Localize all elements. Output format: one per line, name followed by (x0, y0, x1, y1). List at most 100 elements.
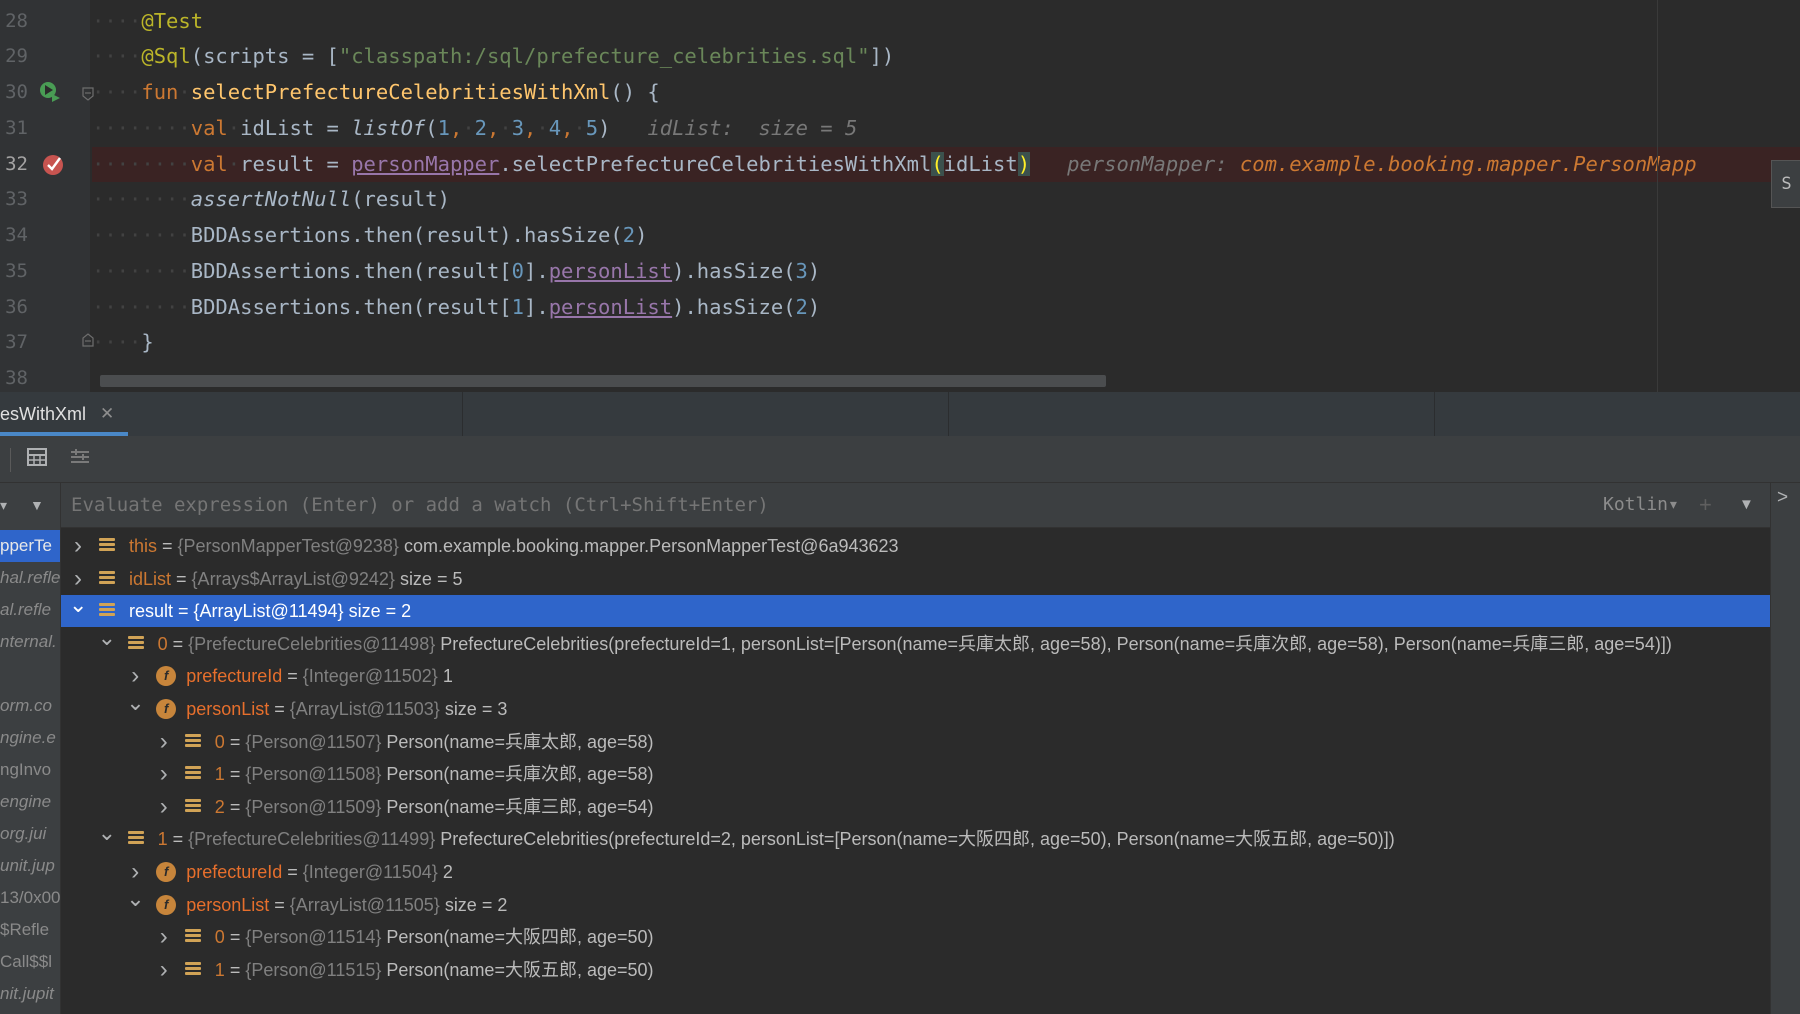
variables-panel[interactable]: Kotlin▾ + ▼ › this = {PersonMapperTest@92… (61, 483, 1770, 1014)
variable-row[interactable]: ⌄ f personList = {ArrayList@11503} size = … (61, 690, 1770, 725)
code-line-29[interactable]: ····@Sql(scripts = ["classpath:/sql/pref… (92, 39, 1800, 74)
chevron-right-icon[interactable]: › (155, 758, 173, 790)
frame-item[interactable]: hal.refle (0, 562, 60, 594)
code-line-34[interactable]: ········BDDAssertions.then(result).hasSi… (92, 218, 1800, 253)
tab-divider (1434, 392, 1435, 436)
equals-sign: = (167, 829, 189, 850)
frame-item[interactable] (0, 658, 60, 690)
variable-row[interactable]: › 0 = {Person@11507} Person(name=兵庫太郎, ag… (61, 726, 1770, 758)
language-selector[interactable]: Kotlin▾ (1603, 483, 1679, 527)
variable-row[interactable]: ⌄ 1 = {PrefectureCelebrities@11499} Prefe… (61, 820, 1770, 855)
table-view-icon[interactable] (24, 446, 50, 472)
code-line-33[interactable]: ········assertNotNull(result) (92, 182, 1800, 217)
chevron-right-icon[interactable]: › (155, 921, 173, 953)
debug-tab-bar: esWithXml ✕ (0, 392, 1800, 436)
code-editor[interactable]: 28 29 30 31 32 33 34 35 36 37 38 ····@Te… (0, 0, 1800, 392)
chevron-right-icon[interactable]: › (69, 530, 87, 562)
frames-header[interactable]: ▾ ▼ (0, 483, 60, 527)
frame-item[interactable]: 13/0x00 (0, 882, 60, 914)
code-line-28[interactable]: ····@Test (92, 4, 1800, 39)
variable-row[interactable]: › f prefectureId = {Integer@11502} 1 (61, 660, 1770, 692)
line-number: 35 (5, 260, 28, 282)
variable-row[interactable]: ⌄ f personList = {ArrayList@11505} size = … (61, 886, 1770, 921)
code-line-32-breakpoint[interactable]: ········val·result = personMapper.select… (92, 147, 1800, 182)
line-number: 28 (5, 10, 28, 32)
variable-row[interactable]: ⌄ 0 = {PrefectureCelebrities@11498} Prefe… (61, 625, 1770, 660)
equals-sign: = (224, 764, 246, 785)
horizontal-scrollbar[interactable] (100, 375, 1106, 387)
variable-text: 1 = {PrefectureCelebrities@11499} Prefec… (158, 823, 1395, 855)
add-watch-icon[interactable]: + (1699, 483, 1712, 527)
run-test-icon[interactable] (38, 80, 62, 104)
chevron-down-icon[interactable]: ⌄ (126, 883, 144, 915)
chevron-down-icon[interactable]: ⌄ (98, 817, 116, 849)
frame-item[interactable]: ngInvo (0, 754, 60, 786)
frame-item[interactable]: unit.jup (0, 850, 60, 882)
chevron-right-icon[interactable]: › (155, 726, 173, 758)
frame-item[interactable]: Call$$l (0, 946, 60, 978)
chevron-right-icon[interactable]: > (1777, 487, 1788, 509)
frame-item[interactable]: nternal. (0, 626, 60, 658)
variable-icon (184, 733, 201, 750)
equals-sign: = (167, 633, 189, 654)
variable-name: 0 (214, 731, 225, 752)
line-number: 34 (5, 224, 28, 246)
evaluate-expression-input[interactable] (71, 483, 1571, 527)
side-tool-tab[interactable]: S (1771, 160, 1800, 208)
code-line-36[interactable]: ········BDDAssertions.then(result[1].per… (92, 290, 1800, 325)
chevron-down-icon[interactable]: ▼ (30, 483, 44, 527)
code-line-31[interactable]: ········val·idList = listOf(1,·2,·3,·4,·… (92, 111, 1800, 146)
code-line-35[interactable]: ········BDDAssertions.then(result[0].per… (92, 254, 1800, 289)
inline-debug-hint: idList: size = 5 (647, 116, 858, 140)
debug-session-tab[interactable]: esWithXml ✕ (0, 392, 128, 436)
debug-toolbar (0, 436, 1800, 483)
variable-value: Person(name=兵庫次郎, age=58) (386, 764, 654, 785)
variable-text: 2 = {Person@11509} Person(name=兵庫三郎, age… (215, 791, 654, 823)
variable-type: {ArrayList@11494} (193, 601, 344, 622)
close-icon[interactable]: ✕ (100, 392, 114, 436)
tab-divider (462, 392, 463, 436)
filter-icon[interactable]: ▾ (0, 483, 7, 527)
equals-sign: = (224, 796, 246, 817)
variable-row[interactable]: › f prefectureId = {Integer@11504} 2 (61, 856, 1770, 888)
frames-panel[interactable]: ▾ ▼ pperTe hal.refle al.refle nternal. or… (0, 483, 61, 1014)
frame-item[interactable]: pperTe (0, 530, 60, 562)
variable-row[interactable]: › 1 = {Person@11515} Person(name=大阪五郎, ag… (61, 954, 1770, 986)
breakpoint-icon[interactable] (42, 152, 66, 176)
frame-item[interactable]: al.refle (0, 594, 60, 626)
chevron-right-icon[interactable]: › (155, 791, 173, 823)
code-line-30[interactable]: ····fun·selectPrefectureCelebritiesWithX… (92, 75, 1800, 110)
variable-value: Person(name=兵庫三郎, age=54) (386, 796, 654, 817)
frame-item[interactable]: $Refle (0, 914, 60, 946)
chevron-down-icon[interactable]: ⌄ (126, 687, 144, 719)
variable-row[interactable]: › idList = {Arrays$ArrayList@9242} size =… (61, 563, 1770, 595)
line-gutter[interactable]: 28 29 30 31 32 33 34 35 36 37 38 (0, 0, 94, 392)
code-line-37[interactable]: ····} (92, 325, 1800, 360)
equals-sign: = (171, 568, 192, 589)
frame-item[interactable]: org.jui (0, 818, 60, 850)
settings-list-icon[interactable] (67, 446, 93, 472)
chevron-down-icon[interactable]: ▼ (1739, 483, 1754, 527)
frame-item[interactable]: nit.jupit (0, 978, 60, 1010)
variable-row[interactable]: › this = {PersonMapperTest@9238} com.exam… (61, 530, 1770, 562)
line-number: 31 (5, 117, 28, 139)
property-reference[interactable]: personMapper (351, 152, 499, 176)
line-number: 38 (5, 367, 28, 389)
frame-item[interactable]: engine (0, 786, 60, 818)
line-number: 37 (5, 331, 28, 353)
frame-item[interactable]: orm.co (0, 690, 60, 722)
annotation: @Sql (141, 44, 191, 68)
variable-row[interactable]: › 0 = {Person@11514} Person(name=大阪四郎, ag… (61, 921, 1770, 953)
chevron-right-icon[interactable]: › (155, 954, 173, 986)
frame-item[interactable]: ngine.e (0, 722, 60, 754)
variable-row[interactable]: › 2 = {Person@11509} Person(name=兵庫三郎, ag… (61, 791, 1770, 823)
variable-type: {Person@11509} (245, 796, 382, 817)
variable-row[interactable]: › 1 = {Person@11508} Person(name=兵庫次郎, ag… (61, 758, 1770, 790)
chevron-down-icon[interactable]: ⌄ (98, 622, 116, 654)
variable-type: {ArrayList@11503} (289, 699, 440, 719)
chevron-down-icon[interactable]: ⌄ (69, 589, 87, 621)
variable-row[interactable]: ⌄ result = {ArrayList@11494} size = 2 (61, 592, 1770, 628)
field-icon: f (156, 666, 177, 687)
variable-icon (99, 570, 115, 587)
evaluate-expression-bar[interactable]: Kotlin▾ + ▼ (61, 483, 1770, 528)
